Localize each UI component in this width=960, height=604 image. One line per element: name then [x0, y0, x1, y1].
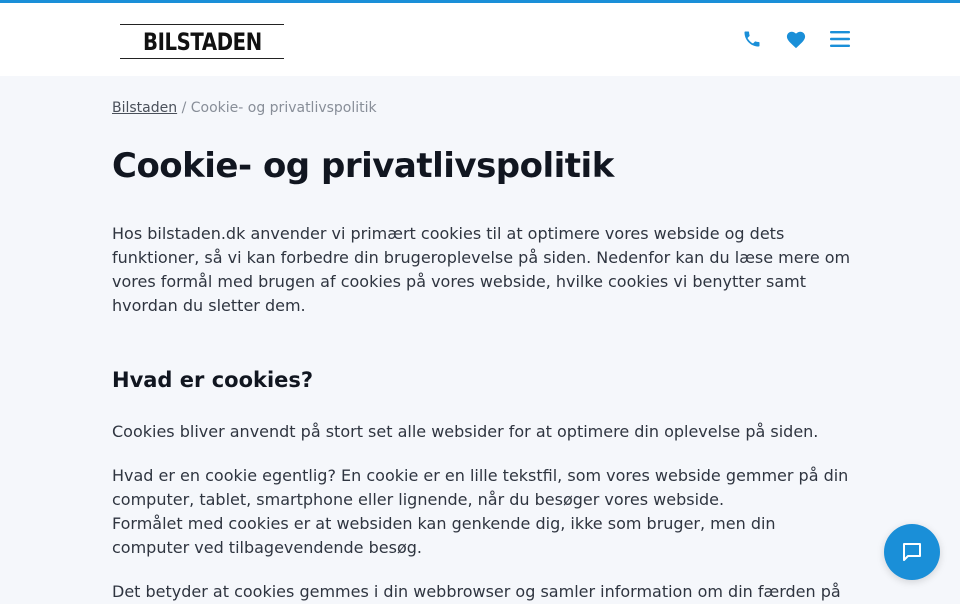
header-icons: [740, 27, 852, 51]
breadcrumb-current: Cookie- og privatlivspolitik: [190, 100, 377, 116]
site-logo[interactable]: BILSTADEN: [120, 24, 284, 59]
paragraph-1: Cookies bliver anvendt på stort set alle…: [112, 422, 819, 441]
breadcrumb-separator: /: [177, 100, 191, 116]
breadcrumb-home-link[interactable]: Bilstaden: [112, 100, 177, 116]
page-title: Cookie- og privatlivspolitik: [112, 146, 614, 186]
paragraph-3: Det betyder at cookies gemmes i din webb…: [112, 582, 841, 601]
breadcrumb: Bilstaden / Cookie- og privatlivspolitik: [112, 100, 852, 116]
chat-button[interactable]: [884, 524, 940, 580]
intro-paragraph: Hos bilstaden.dk anvender vi primært coo…: [112, 224, 851, 315]
logo-text: BILSTADEN: [142, 27, 262, 56]
paragraph-2a: Hvad er en cookie egentlig? En cookie er…: [112, 466, 849, 509]
phone-icon[interactable]: [740, 27, 764, 51]
site-header: BILSTADEN: [0, 3, 960, 76]
paragraph-2: Hvad er en cookie egentlig? En cookie er…: [112, 464, 852, 560]
chat-bubble-icon: [903, 543, 921, 561]
menu-icon[interactable]: [828, 27, 852, 51]
main-content: Bilstaden / Cookie- og privatlivspolitik…: [112, 76, 852, 604]
paragraph-2b: Formålet med cookies er at websiden kan …: [112, 514, 776, 557]
heart-icon[interactable]: [784, 27, 808, 51]
section-heading: Hvad er cookies?: [112, 368, 314, 392]
